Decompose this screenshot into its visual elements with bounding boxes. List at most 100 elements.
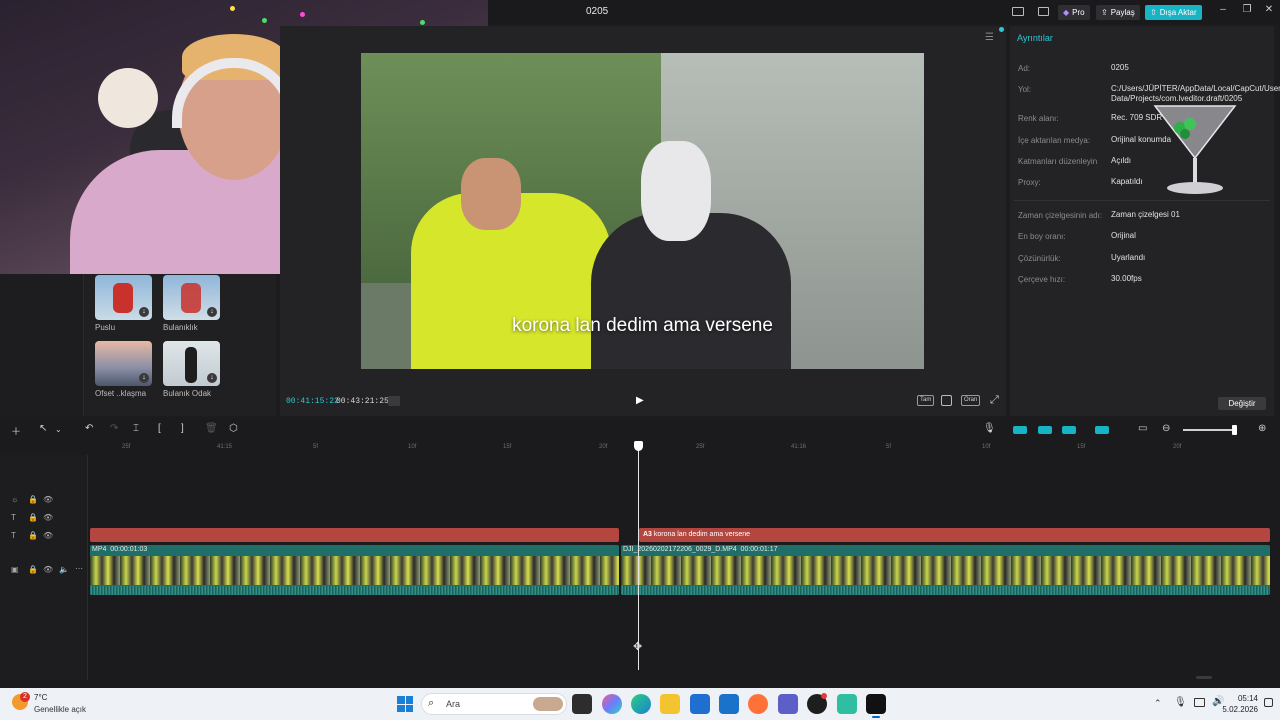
export-button[interactable]: ⇧ Dışa Aktar	[1145, 5, 1202, 20]
detail-key: Katmanları düzenleyin	[1018, 157, 1098, 166]
tray-chevron-icon[interactable]: ⌃	[1154, 698, 1162, 709]
screenshot-icon[interactable]	[941, 395, 952, 406]
clip-duration: 00:00:01:17	[740, 546, 778, 553]
eye-icon[interactable]: 👁	[43, 513, 53, 522]
ruler-tick: 15f	[1077, 444, 1086, 450]
text-clip[interactable]	[90, 528, 619, 542]
playhead[interactable]	[638, 442, 639, 670]
effect-thumbnail: ↓	[163, 275, 220, 320]
video-clip[interactable]: DJI_20260202172206_0029_D.MP4 00:00:01:1…	[621, 545, 1270, 595]
change-button[interactable]: Değiştir	[1218, 397, 1266, 410]
add-track-icon[interactable]: ＋	[11, 423, 21, 438]
detail-value: 30.00fps	[1111, 274, 1142, 283]
download-icon[interactable]: ↓	[139, 373, 149, 383]
ruler-tick: 15f	[503, 444, 512, 450]
text-clip[interactable]: A3 korona lan dedim ama versene	[639, 528, 1270, 542]
marker-icon[interactable]: ⬡	[229, 423, 238, 434]
select-tool-icon[interactable]: ↖	[39, 423, 47, 434]
effect-item-bulaniklik[interactable]: ↓ Bulanıklık	[163, 275, 220, 332]
zoom-out-icon[interactable]: ⊖	[1162, 423, 1170, 434]
effect-item-bulanik-odak[interactable]: ↓ Bulanık Odak	[163, 341, 220, 398]
snap-icon[interactable]	[1095, 426, 1109, 434]
menu-icon[interactable]: ☰	[985, 32, 997, 43]
ratio-button[interactable]: Oran	[961, 395, 981, 406]
share-icon: ⇪	[1101, 8, 1108, 17]
more-icon[interactable]: ⋯	[75, 564, 83, 573]
split-right-icon[interactable]: ]	[181, 423, 184, 434]
eye-icon[interactable]: 👁	[43, 565, 53, 574]
eye-icon[interactable]: 👁	[43, 531, 53, 540]
download-icon[interactable]: ↓	[207, 373, 217, 383]
detail-key: Çözünürlük:	[1018, 254, 1061, 263]
audio-waveform	[90, 586, 619, 595]
layout-icon[interactable]	[1012, 7, 1024, 16]
store-icon[interactable]	[690, 694, 710, 714]
full-button[interactable]: Tam	[917, 395, 935, 406]
teams-icon[interactable]	[778, 694, 798, 714]
timeline-ruler[interactable]	[90, 441, 1280, 455]
firefox-icon[interactable]	[748, 694, 768, 714]
split-left-icon[interactable]: [	[158, 423, 161, 434]
lock-icon[interactable]: 🔒	[28, 565, 38, 574]
shortcut-icon[interactable]	[1038, 7, 1049, 16]
effects-category-nav	[0, 274, 84, 416]
chevron-down-icon[interactable]: ⌄	[55, 425, 62, 434]
lock-icon[interactable]: 🔒	[28, 531, 38, 540]
timecode-toggle-icon[interactable]	[388, 396, 400, 406]
preview-axis-icon[interactable]	[1062, 426, 1076, 434]
clock-date[interactable]: 5.02.2026	[1204, 705, 1258, 714]
disco-light	[230, 6, 235, 11]
split-icon[interactable]: ⌶	[133, 423, 139, 434]
martini-glass-icon	[1153, 105, 1237, 194]
video-track-icon: ▣	[11, 565, 19, 574]
close-icon[interactable]: ✕	[1261, 4, 1277, 18]
eye-icon[interactable]: 👁	[43, 495, 53, 504]
microphone-icon[interactable]: 🎙	[983, 423, 996, 434]
caption-icon[interactable]: ▭	[1138, 423, 1147, 434]
delete-icon[interactable]: 🗑	[205, 423, 218, 434]
play-button[interactable]: ▶	[636, 395, 648, 407]
playhead-handle[interactable]	[634, 441, 643, 451]
capcut-icon[interactable]	[866, 694, 886, 714]
edge-icon[interactable]	[631, 694, 651, 714]
maximize-icon[interactable]: ❐	[1239, 4, 1255, 18]
ruler-tick: 25f	[122, 444, 131, 450]
ruler-tick: 5f	[886, 444, 892, 450]
notes-icon[interactable]	[837, 694, 857, 714]
link-icon[interactable]	[1038, 426, 1052, 434]
window-title: 0205	[586, 6, 609, 17]
microphone-tray-icon[interactable]: 🎙	[1174, 697, 1187, 708]
file-explorer-icon[interactable]	[660, 694, 680, 714]
redo-icon[interactable]: ↷	[110, 423, 118, 434]
minimize-icon[interactable]: –	[1215, 4, 1231, 18]
undo-icon[interactable]: ↶	[85, 423, 93, 434]
lock-icon[interactable]: 🔒	[28, 495, 38, 504]
notification-icon[interactable]	[1264, 698, 1273, 707]
start-icon[interactable]	[397, 696, 413, 712]
effect-item-puslu[interactable]: ↓ Puslu	[95, 275, 152, 332]
clock-time[interactable]: 05:14	[1222, 694, 1258, 703]
video-preview[interactable]: korona lan dedim ama versene	[361, 53, 924, 369]
lock-icon[interactable]: 🔒	[28, 513, 38, 522]
fullscreen-icon[interactable]: ⤢	[990, 394, 999, 407]
task-view-icon[interactable]	[572, 694, 592, 714]
magnet-icon[interactable]	[1013, 426, 1027, 434]
pro-button[interactable]: ◆ Pro	[1058, 5, 1090, 20]
horizontal-scrollbar[interactable]	[1196, 676, 1212, 679]
effect-label: Puslu	[95, 323, 116, 332]
zoom-in-icon[interactable]: ⊕	[1258, 423, 1266, 434]
download-icon[interactable]: ↓	[139, 307, 149, 317]
effect-item-ofset[interactable]: ↓ Ofset ..klaşma	[95, 341, 152, 398]
download-icon[interactable]: ↓	[207, 307, 217, 317]
audio-icon[interactable]: 🔈	[59, 565, 69, 574]
text-track-icon: T	[11, 531, 16, 540]
detail-key: Proxy:	[1018, 178, 1041, 187]
export-icon: ⇧	[1150, 8, 1157, 17]
outlook-icon[interactable]	[719, 694, 739, 714]
video-clip[interactable]: MP4 00:00:01:03	[90, 545, 619, 595]
copilot-icon[interactable]	[602, 694, 622, 714]
figure-shape	[185, 347, 197, 383]
zoom-slider-handle[interactable]	[1232, 425, 1237, 435]
share-button[interactable]: ⇪ Paylaş	[1096, 5, 1140, 20]
zoom-slider[interactable]	[1183, 429, 1235, 431]
